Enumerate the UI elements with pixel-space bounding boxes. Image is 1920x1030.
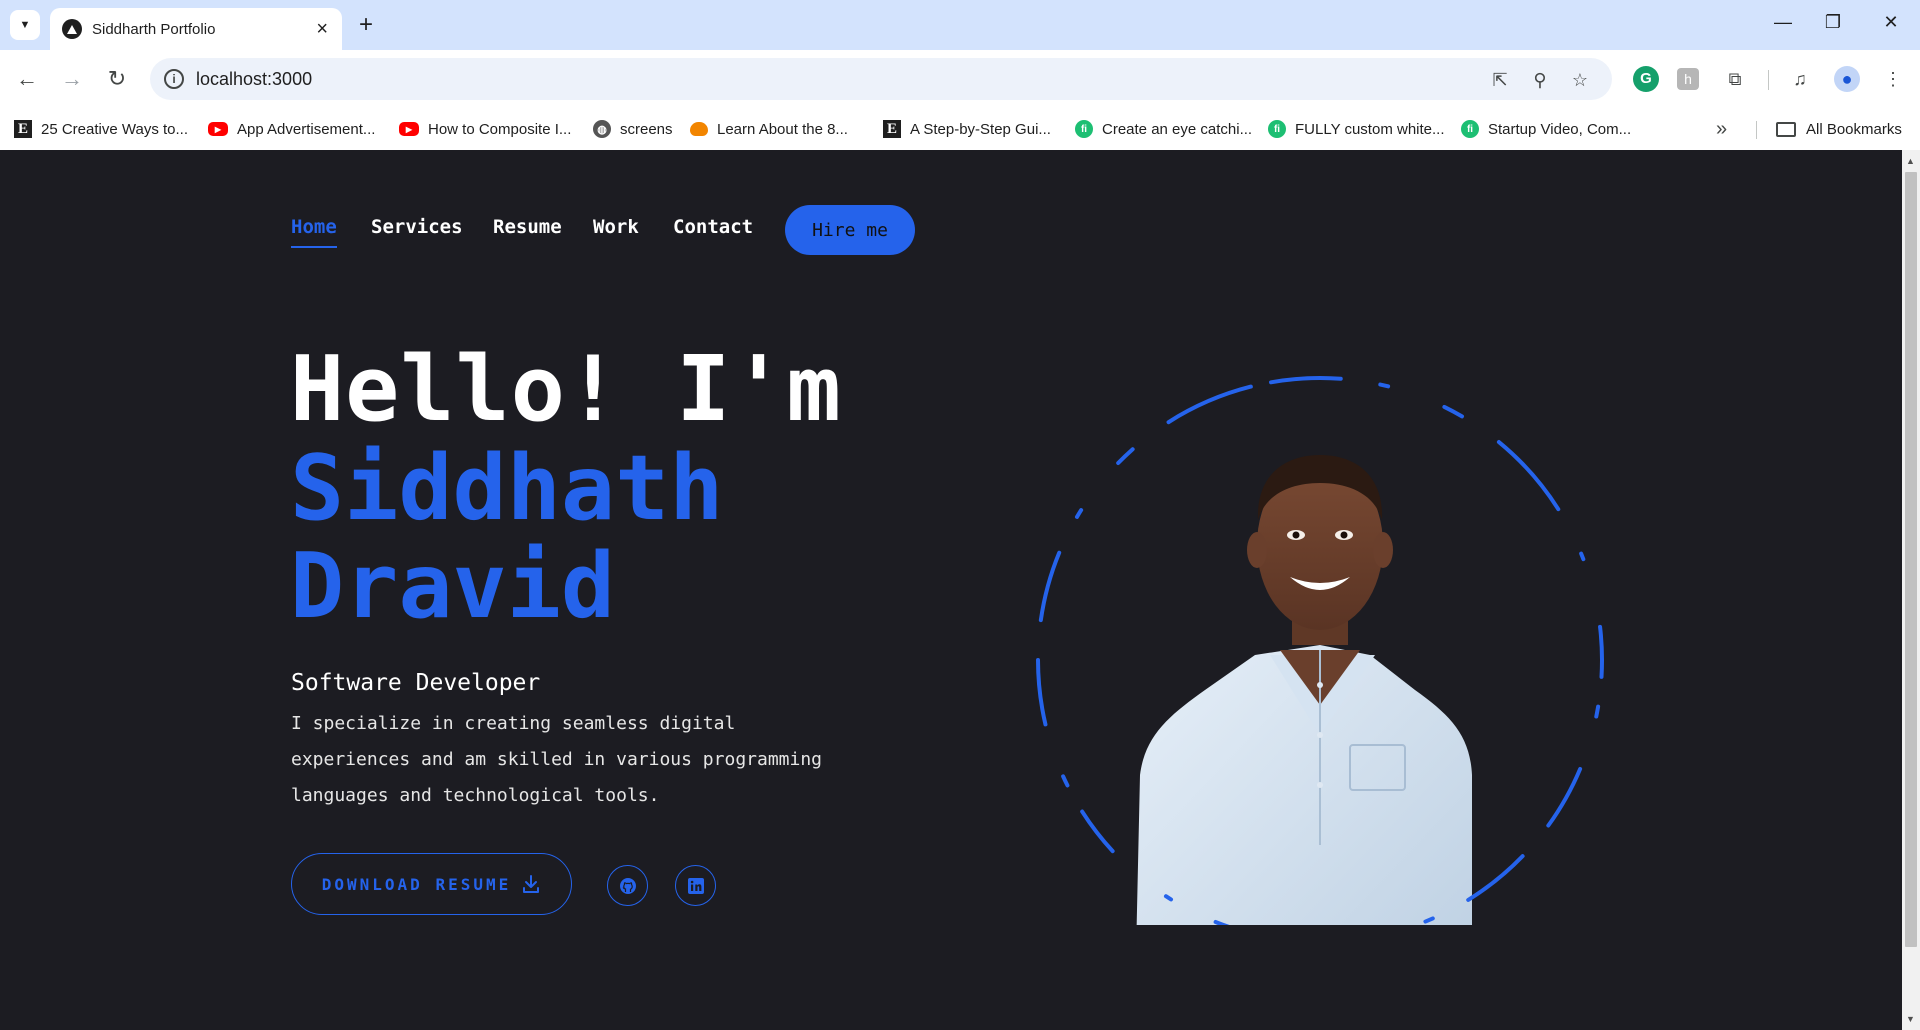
bookmark-label: Learn About the 8... [717, 120, 848, 138]
bookmark-star-icon[interactable]: ☆ [1568, 68, 1592, 92]
restore-icon[interactable]: ❐ [1818, 12, 1848, 38]
extension-h-icon[interactable]: h [1677, 68, 1699, 90]
scroll-up-icon[interactable]: ▲ [1906, 156, 1915, 166]
page-viewport: Home Services Resume Work Contact Hire m… [0, 150, 1902, 1030]
github-icon [619, 877, 636, 894]
bookmark-item[interactable]: fi Startup Video, Com... [1461, 116, 1631, 142]
hero-role: Software Developer [291, 670, 541, 696]
bookmark-item[interactable]: Learn About the 8... [690, 116, 848, 142]
hero-greeting: Hello! I'm [290, 337, 842, 442]
bookmark-item[interactable]: fi FULLY custom white... [1268, 116, 1445, 142]
site-info-icon[interactable]: i [164, 69, 184, 89]
bookmark-label: FULLY custom white... [1295, 120, 1445, 138]
bookmark-label: Startup Video, Com... [1488, 120, 1632, 138]
linkedin-button[interactable] [675, 865, 716, 906]
etsy-icon: E [883, 120, 901, 138]
scrollbar-thumb[interactable] [1905, 172, 1917, 947]
cloud-icon [690, 122, 708, 136]
nav-contact[interactable]: Contact [673, 216, 753, 238]
dashed-circle-ring [1036, 376, 1604, 1000]
hero-name-first: Siddhath [290, 436, 724, 541]
media-control-icon[interactable]: ♫ [1787, 66, 1813, 92]
globe-icon: ◍ [593, 120, 611, 138]
browser-tab-strip: ▼ Siddharth Portfolio × + — ❐ ✕ [0, 0, 1920, 50]
bookmark-item[interactable]: ◍ screens [593, 116, 673, 142]
fiverr-icon: fi [1461, 120, 1479, 138]
address-bar[interactable]: i localhost:3000 ⇱ ⚲ ☆ [150, 58, 1612, 100]
zoom-icon[interactable]: ⚲ [1528, 68, 1552, 92]
forward-arrow-icon[interactable]: → [57, 64, 87, 94]
extensions-puzzle-icon[interactable]: ⧉ [1722, 66, 1748, 92]
bookmarks-divider [1756, 121, 1757, 139]
bookmark-item[interactable]: E A Step-by-Step Gui... [883, 116, 1051, 142]
hero-name-last: Dravid [290, 534, 616, 639]
grammarly-extension-icon[interactable]: G [1633, 66, 1659, 92]
all-bookmarks-button[interactable]: All Bookmarks [1776, 116, 1902, 142]
hero-photo-area [1030, 345, 1630, 1000]
browser-tab[interactable]: Siddharth Portfolio × [50, 8, 342, 50]
tab-search-button[interactable]: ▼ [10, 10, 40, 40]
toolbar-divider [1768, 70, 1769, 90]
fiverr-icon: fi [1268, 120, 1286, 138]
url-text[interactable]: localhost:3000 [196, 69, 312, 90]
tab-title: Siddharth Portfolio [92, 20, 216, 38]
download-resume-label: DOWNLOAD RESUME [321, 874, 512, 894]
bookmark-label: App Advertisement... [237, 120, 376, 138]
browser-toolbar: ← → ↻ i localhost:3000 ⇱ ⚲ ☆ G h ⧉ ♫ ● ⋮ [0, 50, 1920, 108]
download-resume-button[interactable]: DOWNLOAD RESUME [291, 853, 572, 915]
back-arrow-icon[interactable]: ← [12, 64, 42, 94]
hire-me-button[interactable]: Hire me [785, 205, 915, 255]
all-bookmarks-label: All Bookmarks [1806, 120, 1902, 138]
open-in-app-icon[interactable]: ⇱ [1488, 68, 1512, 92]
minimize-icon[interactable]: — [1768, 12, 1798, 38]
hero-name: Siddhath Dravid [290, 440, 723, 636]
bookmarks-bar: E 25 Creative Ways to... ▶ App Advertise… [0, 108, 1920, 150]
bookmark-item[interactable]: ▶ How to Composite I... [399, 116, 571, 142]
etsy-icon: E [14, 120, 32, 138]
linkedin-icon [687, 877, 704, 894]
nav-home[interactable]: Home [291, 216, 337, 248]
fiverr-icon: fi [1075, 120, 1093, 138]
bookmark-item[interactable]: ▶ App Advertisement... [208, 116, 375, 142]
bookmark-item[interactable]: E 25 Creative Ways to... [14, 116, 188, 142]
menu-kebab-icon[interactable]: ⋮ [1880, 66, 1906, 92]
nav-services[interactable]: Services [371, 216, 463, 238]
bookmarks-overflow-icon[interactable]: » [1716, 118, 1727, 141]
bookmark-label: Create an eye catchi... [1102, 120, 1253, 138]
bookmark-item[interactable]: fi Create an eye catchi... [1075, 116, 1252, 142]
new-tab-button[interactable]: + [352, 12, 380, 40]
tab-close-icon[interactable]: × [316, 18, 328, 41]
nav-work[interactable]: Work [593, 216, 639, 238]
window-close-icon[interactable]: ✕ [1876, 12, 1906, 38]
youtube-icon: ▶ [399, 122, 419, 136]
profile-photo [1135, 455, 1472, 1000]
github-button[interactable] [607, 865, 648, 906]
triangle-favicon-icon [62, 19, 82, 39]
page-scrollbar[interactable]: ▲ ▼ [1902, 150, 1920, 1030]
youtube-icon: ▶ [208, 122, 228, 136]
download-icon [523, 875, 540, 893]
nav-resume[interactable]: Resume [493, 216, 562, 238]
reload-icon[interactable]: ↻ [102, 64, 132, 94]
profile-avatar-icon[interactable]: ● [1834, 66, 1860, 92]
folder-icon [1776, 121, 1796, 137]
bookmark-label: screens [620, 120, 673, 138]
bookmark-label: How to Composite I... [428, 120, 572, 138]
bookmark-label: 25 Creative Ways to... [41, 120, 188, 138]
bookmark-label: A Step-by-Step Gui... [910, 120, 1051, 138]
scroll-down-icon[interactable]: ▼ [1906, 1014, 1915, 1024]
hero-description: I specialize in creating seamless digita… [291, 713, 823, 806]
